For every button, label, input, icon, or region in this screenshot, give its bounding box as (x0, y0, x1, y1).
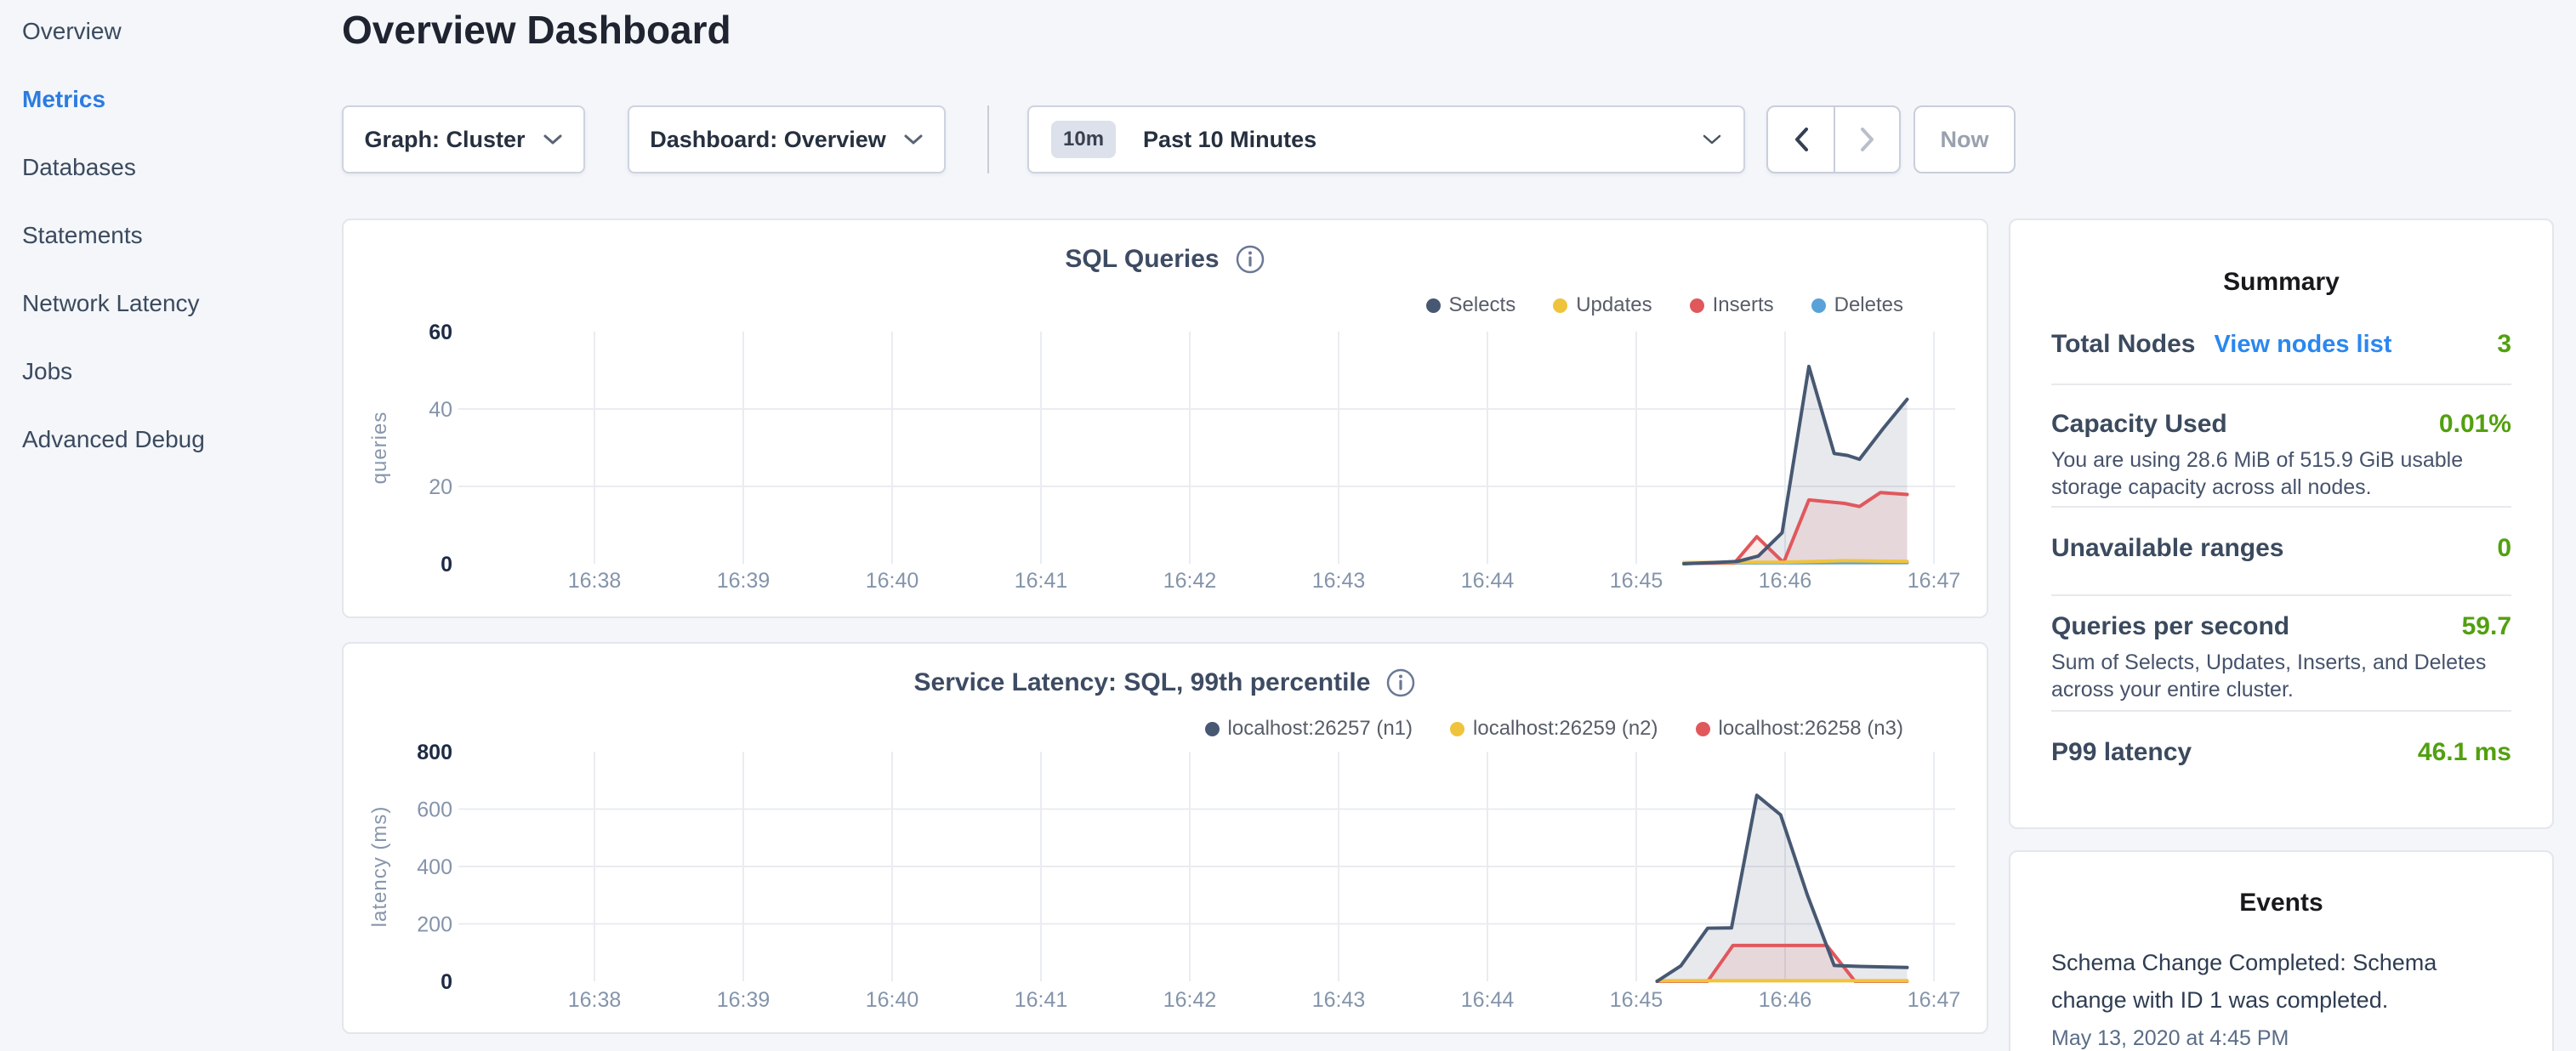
svg-text:16:40: 16:40 (866, 988, 919, 1012)
summary-label: Capacity Used (2051, 409, 2227, 440)
svg-text:400: 400 (417, 855, 452, 879)
summary-value: 3 (2497, 329, 2511, 360)
view-nodes-list-link[interactable]: View nodes list (2214, 329, 2391, 360)
svg-text:16:47: 16:47 (1908, 569, 1961, 593)
sql-queries-plot[interactable]: 0 20 40 60 16:38 16:39 16:40 16:41 16:42 16:43 16:… (344, 220, 1987, 613)
summary-description: You are using 28.6 MiB of 515.9 GiB usab… (2051, 446, 2511, 501)
svg-text:16:46: 16:46 (1759, 569, 1812, 593)
summary-label: Unavailable ranges (2051, 533, 2283, 564)
svg-text:16:42: 16:42 (1163, 988, 1217, 1012)
chevron-down-icon (543, 134, 563, 145)
time-range-dropdown[interactable]: 10m Past 10 Minutes (1027, 105, 1745, 173)
chevron-right-icon (1858, 126, 1877, 153)
svg-text:latency (ms): latency (ms) (368, 806, 391, 928)
summary-value: 0.01% (2439, 409, 2511, 440)
sidebar-item-jobs[interactable]: Jobs (22, 338, 72, 406)
svg-text:16:39: 16:39 (717, 988, 771, 1012)
events-panel: Events Schema Change Completed: Schema c… (2009, 850, 2554, 1051)
summary-panel: Summary Total Nodes View nodes list 3 Ca… (2009, 219, 2554, 829)
svg-text:queries: queries (368, 412, 391, 485)
page-title: Overview Dashboard (342, 7, 731, 53)
svg-text:16:44: 16:44 (1461, 988, 1515, 1012)
chevron-down-icon (903, 134, 924, 145)
svg-text:60: 60 (429, 321, 452, 344)
time-range-label: Past 10 Minutes (1143, 127, 1686, 153)
svg-text:0: 0 (441, 970, 452, 994)
svg-text:16:42: 16:42 (1163, 569, 1217, 593)
svg-text:40: 40 (429, 398, 452, 422)
svg-text:800: 800 (417, 741, 452, 764)
service-latency-plot[interactable]: 0 200 400 600 800 16:38 16:39 16:40 16:41 16:42 16… (344, 644, 1987, 1029)
svg-text:0: 0 (441, 553, 452, 577)
summary-label: P99 latency (2051, 737, 2192, 768)
events-title: Events (2051, 852, 2511, 918)
sql-queries-chart-card: SQL Queries SelectsUpdatesInsertsDeletes… (342, 219, 1988, 618)
now-button[interactable]: Now (1914, 105, 2016, 173)
chevron-left-icon (1792, 126, 1811, 153)
summary-label: Queries per second (2051, 611, 2289, 642)
event-item-timestamp: May 13, 2020 at 4:45 PM (2051, 1024, 2511, 1051)
chevron-down-icon (1703, 134, 1721, 145)
summary-value: 46.1 ms (2418, 737, 2511, 768)
summary-label: Total Nodes (2051, 329, 2195, 360)
svg-text:16:43: 16:43 (1312, 988, 1366, 1012)
svg-text:16:41: 16:41 (1015, 988, 1068, 1012)
summary-row-capacity-used: Capacity Used 0.01% You are using 28.6 M… (2051, 385, 2511, 508)
dashboard-label: Dashboard: Overview (650, 127, 886, 153)
time-range-badge: 10m (1051, 121, 1116, 158)
summary-title: Summary (2051, 220, 2511, 298)
time-step-buttons (1766, 105, 1901, 173)
svg-text:16:41: 16:41 (1015, 569, 1068, 593)
svg-text:16:46: 16:46 (1759, 988, 1812, 1012)
graph-scope-label: Graph: Cluster (364, 127, 525, 153)
svg-text:200: 200 (417, 913, 452, 937)
sidebar-item-metrics[interactable]: Metrics (22, 65, 105, 134)
svg-text:16:44: 16:44 (1461, 569, 1515, 593)
sidebar-item-network-latency[interactable]: Network Latency (22, 270, 200, 338)
summary-value: 59.7 (2462, 611, 2511, 642)
svg-text:16:38: 16:38 (568, 988, 622, 1012)
summary-row-p99-latency: P99 latency 46.1 ms (2051, 712, 2511, 768)
summary-value: 0 (2497, 533, 2511, 564)
sidebar-item-advanced-debug[interactable]: Advanced Debug (22, 406, 205, 474)
svg-text:20: 20 (429, 475, 452, 499)
service-latency-chart-card: Service Latency: SQL, 99th percentile lo… (342, 642, 1988, 1034)
svg-text:600: 600 (417, 798, 452, 822)
sidebar-item-databases[interactable]: Databases (22, 134, 136, 202)
controls-divider (987, 105, 989, 173)
svg-text:16:45: 16:45 (1610, 988, 1663, 1012)
svg-text:16:40: 16:40 (866, 569, 919, 593)
svg-text:16:39: 16:39 (717, 569, 771, 593)
svg-text:16:38: 16:38 (568, 569, 622, 593)
summary-row-total-nodes: Total Nodes View nodes list 3 (2051, 329, 2511, 385)
summary-row-unavailable-ranges: Unavailable ranges 0 (2051, 508, 2511, 596)
dashboard-dropdown[interactable]: Dashboard: Overview (628, 105, 946, 173)
time-next-button[interactable] (1834, 107, 1899, 172)
event-item-text[interactable]: Schema Change Completed: Schema change w… (2051, 944, 2481, 1019)
svg-text:16:47: 16:47 (1908, 988, 1961, 1012)
svg-text:16:45: 16:45 (1610, 569, 1663, 593)
summary-row-queries-per-second: Queries per second 59.7 Sum of Selects, … (2051, 596, 2511, 712)
sidebar: Overview Metrics Databases Statements Ne… (0, 0, 340, 1051)
time-prev-button[interactable] (1768, 107, 1834, 172)
sidebar-item-overview[interactable]: Overview (22, 0, 122, 65)
graph-scope-dropdown[interactable]: Graph: Cluster (342, 105, 585, 173)
svg-text:16:43: 16:43 (1312, 569, 1366, 593)
sidebar-item-statements[interactable]: Statements (22, 202, 143, 270)
summary-description: Sum of Selects, Updates, Inserts, and De… (2051, 649, 2511, 703)
